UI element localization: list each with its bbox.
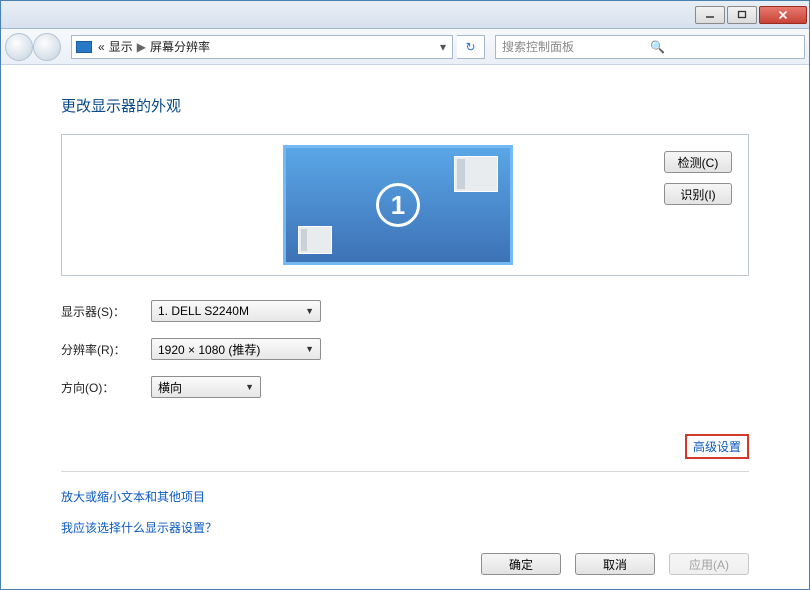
chevron-down-icon: ▼ bbox=[305, 306, 314, 316]
minimize-icon bbox=[705, 10, 715, 20]
primary-monitor-badge[interactable]: 1 bbox=[376, 183, 420, 227]
secondary-monitor-icon[interactable] bbox=[454, 156, 498, 192]
back-button[interactable] bbox=[5, 33, 33, 61]
display-label: 显示器(S)： bbox=[61, 303, 151, 320]
monitor-number: 1 bbox=[391, 190, 405, 221]
close-icon bbox=[778, 10, 788, 20]
apply-button[interactable]: 应用(A) bbox=[669, 553, 749, 575]
cancel-button[interactable]: 取消 bbox=[575, 553, 655, 575]
breadcrumb-prefix: « bbox=[98, 40, 105, 54]
text-size-link[interactable]: 放大或缩小文本和其他项目 bbox=[61, 488, 749, 505]
nav-buttons bbox=[5, 33, 61, 61]
advanced-settings-link[interactable]: 高级设置 bbox=[685, 434, 749, 459]
search-input[interactable]: 搜索控制面板 🔍 bbox=[495, 35, 805, 59]
identify-button[interactable]: 识别(I) bbox=[664, 183, 732, 205]
titlebar bbox=[1, 1, 809, 29]
breadcrumb-sep: ▶ bbox=[133, 40, 150, 54]
settings-form: 显示器(S)： 1. DELL S2240M ▼ 分辨率(R)： 1920 × … bbox=[61, 300, 749, 398]
refresh-button[interactable]: ↻ bbox=[457, 35, 485, 59]
footer-buttons: 确定 取消 应用(A) bbox=[481, 553, 749, 575]
search-placeholder: 搜索控制面板 bbox=[502, 38, 650, 55]
breadcrumb-resolution[interactable]: 屏幕分辨率 bbox=[150, 38, 210, 55]
window: « 显示 ▶ 屏幕分辨率 ▾ ↻ 搜索控制面板 🔍 更改显示器的外观 1 检测(… bbox=[0, 0, 810, 590]
display-preview[interactable]: 1 bbox=[283, 145, 513, 265]
orientation-label: 方向(O)： bbox=[61, 379, 151, 396]
orientation-select[interactable]: 横向 ▼ bbox=[151, 376, 261, 398]
detect-button[interactable]: 检测(C) bbox=[664, 151, 732, 173]
which-display-link[interactable]: 我应该选择什么显示器设置？ bbox=[61, 519, 749, 536]
breadcrumb-display[interactable]: 显示 bbox=[109, 38, 133, 55]
resolution-value: 1920 × 1080 (推荐) bbox=[158, 341, 260, 358]
orientation-value: 横向 bbox=[158, 379, 182, 396]
help-links: 放大或缩小文本和其他项目 我应该选择什么显示器设置？ bbox=[61, 488, 749, 536]
minimize-button[interactable] bbox=[695, 6, 725, 24]
address-bar[interactable]: « 显示 ▶ 屏幕分辨率 ▾ bbox=[71, 35, 453, 59]
content-area: 更改显示器的外观 1 检测(C) 识别(I) 显示器(S)： 1. DELL S… bbox=[1, 65, 809, 556]
chevron-down-icon: ▼ bbox=[245, 382, 254, 392]
tertiary-monitor-icon[interactable] bbox=[298, 226, 332, 254]
resolution-select[interactable]: 1920 × 1080 (推荐) ▼ bbox=[151, 338, 321, 360]
refresh-icon: ↻ bbox=[465, 40, 475, 54]
address-dropdown-icon[interactable]: ▾ bbox=[434, 40, 452, 54]
chevron-down-icon: ▼ bbox=[305, 344, 314, 354]
preview-side-buttons: 检测(C) 识别(I) bbox=[664, 145, 738, 205]
advanced-link-row: 高级设置 bbox=[61, 418, 749, 472]
search-icon: 🔍 bbox=[650, 40, 798, 54]
close-button[interactable] bbox=[759, 6, 807, 24]
display-select[interactable]: 1. DELL S2240M ▼ bbox=[151, 300, 321, 322]
ok-button[interactable]: 确定 bbox=[481, 553, 561, 575]
resolution-label: 分辨率(R)： bbox=[61, 341, 151, 358]
navbar: « 显示 ▶ 屏幕分辨率 ▾ ↻ 搜索控制面板 🔍 bbox=[1, 29, 809, 65]
page-title: 更改显示器的外观 bbox=[61, 95, 749, 116]
forward-button[interactable] bbox=[33, 33, 61, 61]
maximize-icon bbox=[737, 10, 747, 20]
display-preview-box: 1 检测(C) 识别(I) bbox=[61, 134, 749, 276]
control-panel-icon bbox=[76, 41, 92, 53]
display-value: 1. DELL S2240M bbox=[158, 304, 249, 318]
maximize-button[interactable] bbox=[727, 6, 757, 24]
